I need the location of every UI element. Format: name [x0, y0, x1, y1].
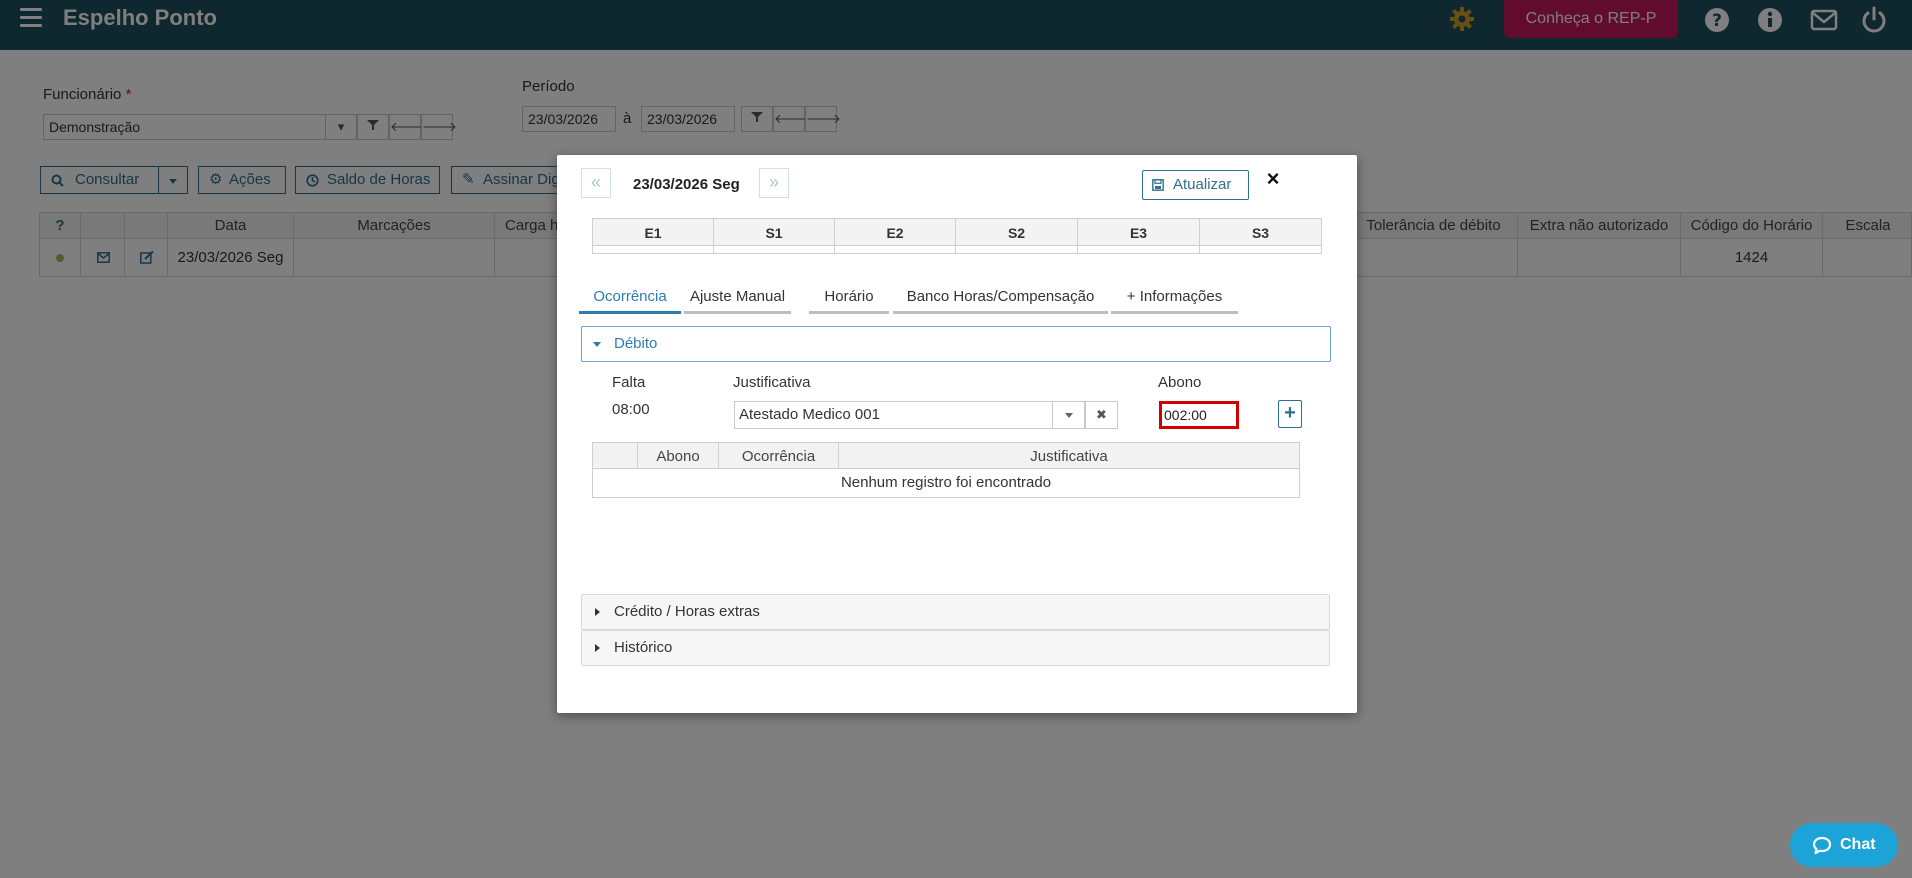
- chat-bubble-icon: [1812, 836, 1832, 855]
- tab-banco-horas[interactable]: Banco Horas/Compensação: [893, 282, 1108, 314]
- prev-day-button[interactable]: «: [581, 168, 611, 198]
- falta-value: 08:00: [612, 401, 650, 418]
- cell-e2[interactable]: [834, 246, 956, 254]
- cell-s3[interactable]: [1199, 246, 1322, 254]
- col-s2: S2: [955, 218, 1078, 246]
- credito-panel-header[interactable]: Crédito / Horas extras: [581, 594, 1330, 630]
- caret-down-icon: [593, 342, 601, 347]
- add-abono-button[interactable]: +: [1278, 400, 1302, 428]
- ocorrencia-modal: « 23/03/2026 Seg » Atualizar × E1 S1 E2 …: [557, 155, 1357, 713]
- cell-s1[interactable]: [713, 246, 835, 254]
- col-e1: E1: [592, 218, 714, 246]
- close-icon[interactable]: ×: [1263, 167, 1283, 191]
- cell-e3[interactable]: [1077, 246, 1200, 254]
- save-icon: [1152, 179, 1164, 191]
- chat-button[interactable]: Chat: [1790, 823, 1898, 867]
- tab-informacoes[interactable]: + Informações: [1111, 282, 1238, 314]
- abono-input[interactable]: 002:00: [1159, 401, 1239, 429]
- col-s1: S1: [713, 218, 835, 246]
- atualizar-button[interactable]: Atualizar: [1142, 170, 1249, 200]
- historico-panel-header[interactable]: Histórico: [581, 630, 1330, 666]
- cell-e1[interactable]: [592, 246, 714, 254]
- modal-date-title: 23/03/2026 Seg: [633, 176, 740, 193]
- tab-ajuste-manual[interactable]: Ajuste Manual: [684, 282, 791, 314]
- abono-table-header-justificativa: Justificativa: [838, 442, 1300, 469]
- abono-table-header-ocorrencia: Ocorrência: [718, 442, 839, 469]
- caret-right-icon: [595, 644, 600, 652]
- cell-s2[interactable]: [955, 246, 1078, 254]
- abono-label: Abono: [1158, 374, 1202, 391]
- next-day-button[interactable]: »: [759, 168, 789, 198]
- abono-table-header-abono: Abono: [637, 442, 719, 469]
- empty-message: Nenhum registro foi encontrado: [592, 469, 1300, 498]
- col-s3: S3: [1199, 218, 1322, 246]
- abono-table-header-select: [592, 442, 638, 469]
- falta-label: Falta: [612, 374, 646, 391]
- tab-ocorrencia[interactable]: Ocorrência: [579, 282, 681, 314]
- col-e2: E2: [834, 218, 956, 246]
- debito-panel-header[interactable]: Débito: [581, 326, 1331, 362]
- caret-right-icon: [595, 608, 600, 616]
- col-e3: E3: [1077, 218, 1200, 246]
- justificativa-clear-button[interactable]: ✖: [1085, 401, 1118, 429]
- justificativa-dropdown-button[interactable]: [1052, 401, 1085, 429]
- justificativa-label: Justificativa: [733, 374, 811, 391]
- tab-horario[interactable]: Horário: [809, 282, 889, 314]
